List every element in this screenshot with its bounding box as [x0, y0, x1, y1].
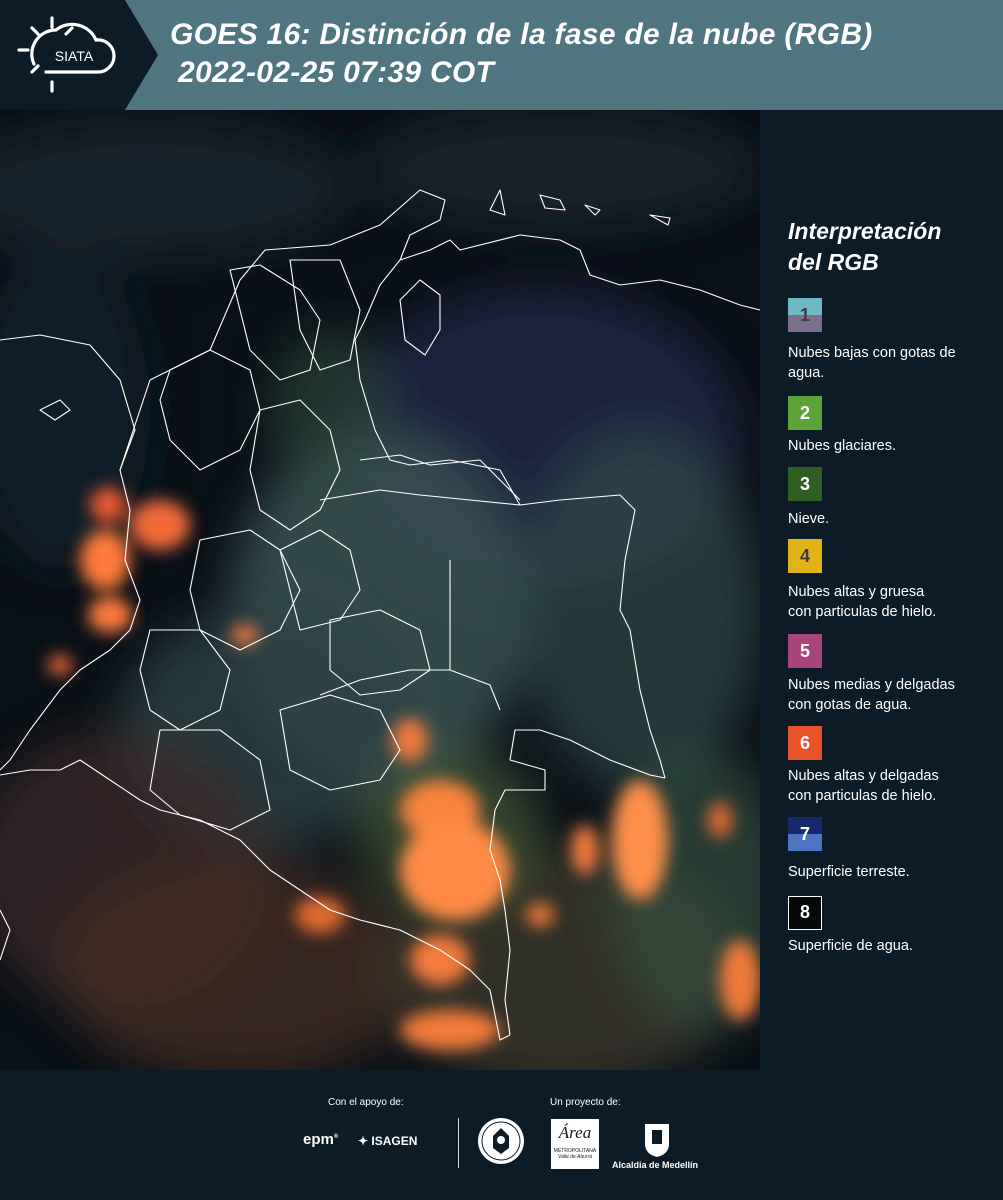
legend-label-2: Nubes glaciares.	[788, 436, 998, 456]
area-logo-text: Área	[558, 1123, 592, 1142]
legend-swatch-3: 3	[788, 467, 822, 501]
legend-label-line-1: Superficie terreste.	[788, 864, 910, 880]
siata-logo: SIATA	[0, 0, 158, 110]
legend-swatch-number: 6	[799, 733, 810, 753]
medellin-seal-logo	[476, 1116, 526, 1166]
legend-title-line-2: del RGB	[788, 249, 879, 275]
title-line-2: 2022-02-25 07:39 COT	[178, 56, 495, 89]
legend-swatch-number: 1	[799, 305, 810, 325]
legend-swatch-5: 5	[788, 634, 822, 668]
legend-label-6: Nubes altas y delgadas con particulas de …	[788, 766, 998, 806]
legend-swatch-7: 7	[788, 817, 822, 851]
legend-swatch-number: 4	[799, 546, 810, 566]
isagen-logo-text: ISAGEN	[371, 1134, 418, 1148]
legend-label-line-2: con particulas de hielo.	[788, 788, 937, 804]
area-logo-subtext-2: Valle de Aburrá	[557, 1154, 593, 1160]
legend-label-line-1: Nubes bajas con gotas de	[788, 345, 956, 361]
legend-label-7: Superficie terreste.	[788, 862, 998, 882]
legend-title: Interpretación del RGB	[788, 216, 941, 278]
legend-label-line-1: Nubes medias y delgadas	[788, 677, 955, 693]
legend-swatch-8: 8	[788, 896, 822, 930]
alcaldia-shield-logo	[643, 1120, 671, 1158]
epm-logo-text: epm	[303, 1131, 334, 1148]
header-bar: SIATA GOES 16: Distinción de la fase de …	[0, 0, 1003, 110]
legend-label-line-1: Nubes glaciares.	[788, 438, 896, 454]
legend-label-line-1: Nubes altas y gruesa	[788, 584, 925, 600]
legend-label-5: Nubes medias y delgadas con gotas de agua…	[788, 675, 998, 715]
title-line-1: GOES 16: Distinción de la fase de la nub…	[170, 18, 873, 51]
siata-logo-text: SIATA	[55, 48, 94, 64]
alcaldia-label: Alcaldía de Medellín	[612, 1160, 699, 1170]
legend-title-line-1: Interpretación	[788, 218, 942, 244]
page-title: GOES 16: Distinción de la fase de la nub…	[170, 16, 873, 92]
legend-swatch-number: 7	[799, 824, 810, 844]
legend-swatch-6: 6	[788, 726, 822, 760]
isagen-logo: ✦ ISAGEN	[358, 1134, 418, 1148]
project-label: Un proyecto de:	[550, 1097, 621, 1108]
epm-logo: epm®	[303, 1131, 339, 1148]
area-metropolitana-logo: Área METROPOLITANA Valle de Aburrá	[551, 1119, 599, 1169]
legend-label-line-2: agua.	[788, 365, 825, 381]
legend-label-8: Superficie de agua.	[788, 936, 998, 956]
legend-label-line-2: con particulas de hielo.	[788, 604, 937, 620]
legend-label-line-1: Superficie de agua.	[788, 938, 913, 954]
legend-label-1: Nubes bajas con gotas de agua.	[788, 343, 998, 383]
legend-swatch-4: 4	[788, 539, 822, 573]
legend-swatch-number: 8	[799, 902, 810, 922]
legend-label-line-2: con gotas de agua.	[788, 697, 912, 713]
legend-swatch-number: 2	[799, 403, 810, 423]
legend-label-4: Nubes altas y gruesa con particulas de hi…	[788, 582, 998, 622]
legend-swatch-1: 1	[788, 298, 822, 332]
legend-label-line-1: Nieve.	[788, 511, 830, 527]
footer-divider	[458, 1118, 459, 1168]
legend-label-3: Nieve.	[788, 509, 998, 529]
legend-swatch-number: 5	[799, 641, 810, 661]
satellite-rgb-image	[0, 110, 760, 1070]
legend-swatch-number: 3	[799, 474, 810, 494]
legend-label-line-1: Nubes altas y delgadas	[788, 768, 939, 784]
legend-swatch-2: 2	[788, 396, 822, 430]
support-label: Con el apoyo de:	[328, 1097, 404, 1108]
